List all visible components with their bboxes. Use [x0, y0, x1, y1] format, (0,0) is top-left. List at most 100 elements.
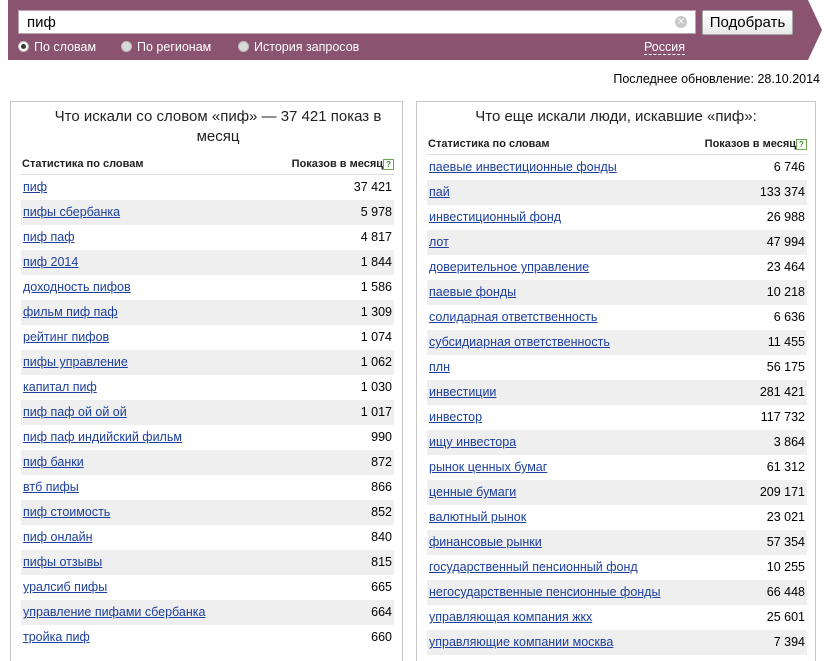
query-link[interactable]: капитал пиф — [23, 375, 97, 400]
impressions-count: 6 746 — [773, 160, 805, 174]
query-link[interactable]: государственный пенсионный фонд — [429, 555, 638, 580]
table-row: пиф паф 4 817 — [21, 225, 394, 250]
impressions-count: 1 030 — [360, 380, 392, 394]
impressions-count: 61 312 — [766, 460, 805, 474]
table-row: пифы отзывы 815 — [21, 550, 394, 575]
clear-icon[interactable]: × — [675, 16, 687, 28]
table-row: доверительное управление 23 464 — [427, 255, 807, 280]
impressions-count: 209 171 — [759, 485, 805, 499]
table-row: ценные бумаги 209 171 — [427, 480, 807, 505]
query-link[interactable]: негосударственные пенсионные фонды — [429, 580, 660, 605]
region-selector[interactable]: Россия — [644, 38, 685, 55]
query-link[interactable]: уралсиб пифы — [23, 575, 107, 600]
query-link[interactable]: пиф паф ой ой ой — [23, 400, 127, 425]
query-link[interactable]: пифы управление — [23, 350, 128, 375]
query-link[interactable]: инвестор — [429, 405, 482, 430]
query-link[interactable]: субсидиарная ответственность — [429, 330, 610, 355]
query-link[interactable]: пиф банки — [23, 450, 84, 475]
impressions-count: 11 455 — [767, 335, 805, 349]
impressions-count: 1 074 — [360, 330, 392, 344]
submit-button[interactable]: Подобрать — [702, 10, 793, 35]
table-row: управляющие компании москва 7 394 — [427, 630, 807, 655]
query-link[interactable]: доверительное управление — [429, 255, 589, 280]
impressions-count: 3 864 — [773, 435, 805, 449]
table-row: солидарная ответственность 6 636 — [427, 305, 807, 330]
table-row: паевые инвестиционные фонды 6 746 — [427, 155, 807, 180]
last-update: Последнее обновление: 28.10.2014 — [613, 72, 820, 86]
search-box: × — [18, 10, 696, 34]
left-column-headers: Статистика по словам Показов в месяц ? — [21, 158, 394, 175]
right-column-headers: Статистика по словам Показов в месяц ? — [427, 138, 807, 155]
query-link[interactable]: рейтинг пифов — [23, 325, 109, 350]
query-link[interactable]: финансовые рынки — [429, 530, 542, 555]
impressions-count: 10 218 — [766, 285, 805, 299]
impressions-count: 66 448 — [766, 585, 805, 599]
table-row: пиф онлайн 840 — [21, 525, 394, 550]
right-panel: Что еще искали люди, искавшие «пиф»: Ста… — [416, 101, 816, 661]
impressions-count: 4 817 — [360, 230, 392, 244]
table-row: государственный пенсионный фонд 10 255 — [427, 555, 807, 580]
table-row: плн 56 175 — [427, 355, 807, 380]
search-input[interactable] — [19, 11, 677, 33]
query-link[interactable]: паевые фонды — [429, 280, 516, 305]
table-row: пиф 2014 1 844 — [21, 250, 394, 275]
query-link[interactable]: паевые инвестиционные фонды — [429, 155, 617, 180]
query-link[interactable]: тройка пиф — [23, 625, 90, 650]
query-link[interactable]: пиф стоимость — [23, 500, 110, 525]
column-words: Статистика по словам — [428, 138, 550, 150]
query-link[interactable]: пиф онлайн — [23, 525, 93, 550]
impressions-count: 10 255 — [766, 560, 805, 574]
mode-label: По регионам — [137, 40, 212, 54]
impressions-count: 281 421 — [759, 385, 805, 399]
query-link[interactable]: инвестиционный фонд — [429, 205, 561, 230]
help-icon[interactable]: ? — [796, 139, 807, 150]
table-row: втб пифы 866 — [21, 475, 394, 500]
query-link[interactable]: плн — [429, 355, 450, 380]
radio-selected-icon — [18, 41, 29, 52]
query-link[interactable]: втб пифы — [23, 475, 79, 500]
impressions-count: 7 394 — [773, 635, 805, 649]
query-link[interactable]: валютный рынок — [429, 505, 526, 530]
impressions-count: 1 062 — [360, 355, 392, 369]
impressions-count: 866 — [371, 480, 392, 494]
query-link[interactable]: пай — [429, 180, 450, 205]
query-link[interactable]: пиф паф индийский фильм — [23, 425, 182, 450]
table-row: негосударственные пенсионные фонды 66 448 — [427, 580, 807, 605]
query-link[interactable]: доходность пифов — [23, 275, 131, 300]
table-row: паевые фонды 10 218 — [427, 280, 807, 305]
query-link[interactable]: инвестиции — [429, 380, 496, 405]
mode-radio-history[interactable]: История запросов — [238, 38, 359, 56]
table-row: инвестиционный фонд 26 988 — [427, 205, 807, 230]
impressions-count: 117 732 — [760, 410, 805, 424]
query-link[interactable]: ищу инвестора — [429, 430, 516, 455]
query-link[interactable]: пиф паф — [23, 225, 75, 250]
query-link[interactable]: солидарная ответственность — [429, 305, 597, 330]
mode-radio-words[interactable]: По словам — [18, 38, 96, 56]
help-icon[interactable]: ? — [383, 159, 394, 170]
query-link[interactable]: рынок ценных бумаг — [429, 455, 547, 480]
radio-icon — [238, 41, 249, 52]
query-link[interactable]: ценные бумаги — [429, 480, 516, 505]
query-link[interactable]: лот — [429, 230, 449, 255]
table-row: пиф паф индийский фильм 990 — [21, 425, 394, 450]
column-words: Статистика по словам — [22, 158, 144, 170]
impressions-count: 664 — [371, 605, 392, 619]
query-link[interactable]: фильм пиф паф — [23, 300, 118, 325]
query-link[interactable]: управляющая компания жкх — [429, 605, 592, 630]
query-link[interactable]: пифы сбербанка — [23, 200, 120, 225]
column-count: Показов в месяц — [704, 138, 796, 150]
query-link[interactable]: пифы отзывы — [23, 550, 102, 575]
query-link[interactable]: пиф — [23, 175, 47, 200]
impressions-count: 840 — [371, 530, 392, 544]
impressions-count: 57 354 — [766, 535, 805, 549]
left-table: пиф 37 421 пифы сбербанка 5 978 пиф паф 4 817… — [21, 175, 394, 650]
query-link[interactable]: управление пифами сбербанка — [23, 600, 205, 625]
mode-radio-regions[interactable]: По регионам — [121, 38, 211, 56]
table-row: рынок ценных бумаг 61 312 — [427, 455, 807, 480]
impressions-count: 133 374 — [759, 185, 805, 199]
query-link[interactable]: пиф 2014 — [23, 250, 78, 275]
impressions-count: 37 421 — [353, 180, 392, 194]
impressions-count: 990 — [371, 430, 392, 444]
table-row: пифы сбербанка 5 978 — [21, 200, 394, 225]
query-link[interactable]: управляющие компании москва — [429, 630, 613, 655]
